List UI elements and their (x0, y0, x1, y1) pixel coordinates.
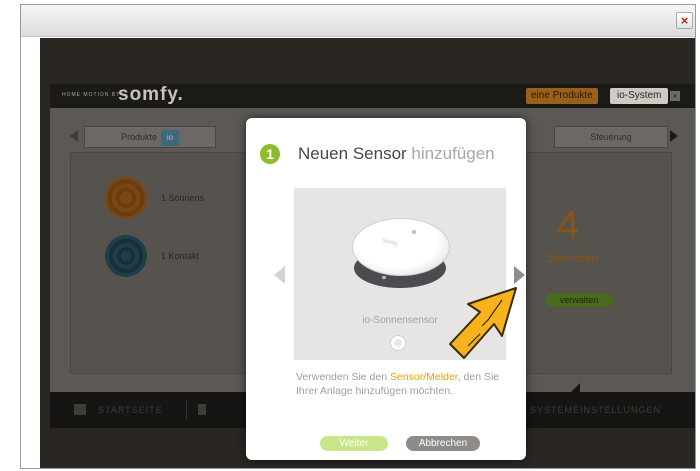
modal-backdrop: HOME MOTION BY somfy. eine Produkte io-S… (40, 38, 695, 468)
io-system-button[interactable]: io-System (610, 88, 669, 104)
pointer-arrow-icon (449, 287, 517, 359)
step-badge: 1 (260, 144, 280, 164)
tab-products-label: Produkte (120, 132, 158, 142)
sun-sensor-icon (105, 177, 147, 219)
my-products-button[interactable]: eine Produkte (526, 88, 598, 104)
previous-product-icon[interactable] (274, 266, 285, 284)
cancel-button[interactable]: Abbrechen (406, 436, 480, 451)
nav-start-page[interactable]: STARTSEITE (98, 405, 163, 415)
window-titlebar: × (21, 5, 695, 37)
app-close-icon[interactable]: × (670, 91, 680, 101)
app-tagline: HOME MOTION BY (62, 92, 121, 98)
somfy-logo: somfy. (118, 84, 184, 105)
nav-divider (186, 400, 187, 420)
sensor-list-item[interactable]: 1 Sonnens (161, 193, 204, 203)
sensor-count-label: Sensoren (547, 251, 599, 265)
io-badge: io (161, 129, 180, 146)
nav-notch (570, 383, 580, 393)
nav-system-settings[interactable]: SYSTEMEINSTELLUNGEN (530, 405, 661, 415)
dialog-title: Neuen Sensor hinzufügen (298, 144, 495, 164)
sensor-link[interactable]: Sensor/Melder (390, 371, 458, 383)
sensor-list-item[interactable]: 1 Kontakt (161, 251, 199, 261)
dialog-title-main: Neuen Sensor (298, 144, 407, 163)
window-close-button[interactable]: × (676, 12, 693, 29)
sun-sensor-device-image: somfy (352, 218, 450, 290)
instruction-text: Verwenden Sie den Sensor/Melder, den Sie… (296, 371, 500, 397)
tab-products[interactable]: Produkte io (84, 126, 216, 148)
home-icon[interactable] (74, 404, 86, 415)
manage-button[interactable]: verwalten (545, 293, 613, 307)
tab-control-label: Steuerung (590, 132, 632, 142)
app-header: HOME MOTION BY somfy. eine Produkte io-S… (50, 84, 695, 108)
device-icon[interactable] (198, 404, 206, 415)
tab-control[interactable]: Steuerung (554, 126, 668, 148)
next-product-icon[interactable] (514, 266, 525, 284)
next-button[interactable]: Weiter (320, 436, 388, 451)
browser-window: × HOME MOTION BY somfy. eine Produkte io… (20, 4, 696, 469)
product-select-radio[interactable] (390, 335, 406, 351)
contact-sensor-icon (105, 235, 147, 277)
tab-prev-icon[interactable] (70, 130, 78, 142)
dialog-title-accent: hinzufügen (411, 144, 495, 163)
tab-next-icon[interactable] (670, 130, 678, 142)
sensor-count: 4 (557, 203, 580, 247)
